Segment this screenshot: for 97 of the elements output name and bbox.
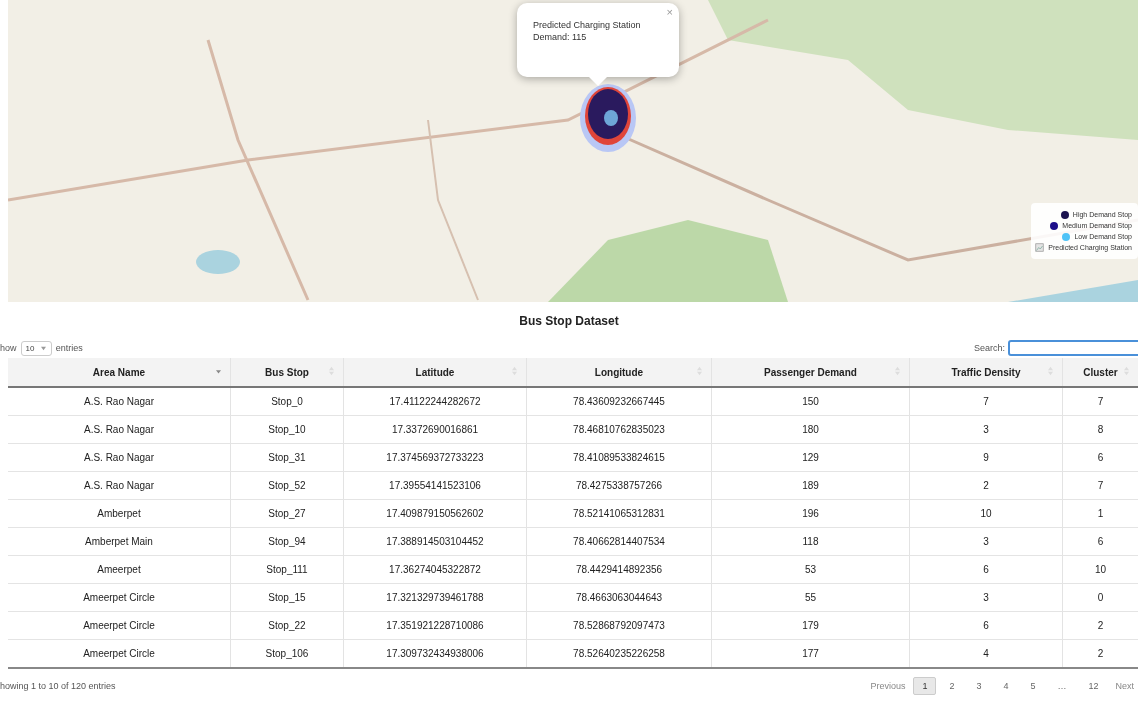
table-cell: 17.36274045322872 bbox=[343, 555, 527, 584]
table-cell: 78.43609232667445 bbox=[526, 387, 712, 416]
page-button[interactable]: 12 bbox=[1079, 677, 1108, 695]
table-cell: Stop_106 bbox=[230, 639, 344, 668]
table-cell: 2 bbox=[1062, 611, 1138, 640]
table-cell: 10 bbox=[1062, 555, 1138, 584]
table-cell: 17.3372690016861 bbox=[343, 415, 527, 444]
page-button[interactable]: 5 bbox=[1021, 677, 1045, 695]
table-cell: A.S. Rao Nagar bbox=[8, 415, 231, 444]
table-cell: 17.321329739461788 bbox=[343, 583, 527, 612]
table-cell: 17.351921228710086 bbox=[343, 611, 527, 640]
table-cell: 78.40662814407534 bbox=[526, 527, 712, 556]
search-label: Search: bbox=[973, 343, 1005, 353]
table-cell: 3 bbox=[909, 527, 1063, 556]
table-cell: Stop_52 bbox=[230, 471, 344, 500]
table-cell: 2 bbox=[909, 471, 1063, 500]
column-header[interactable]: Latitude bbox=[343, 358, 527, 387]
table-cell: 9 bbox=[909, 443, 1063, 472]
column-header[interactable]: Area Name bbox=[8, 358, 231, 387]
table-cell: A.S. Rao Nagar bbox=[8, 387, 231, 416]
table-cell: Amberpet Main bbox=[8, 527, 231, 556]
table-cell: 17.39554141523106 bbox=[343, 471, 527, 500]
table-cell: 3 bbox=[909, 415, 1063, 444]
table-cell: 0 bbox=[1062, 583, 1138, 612]
table-cell: 78.52141065312831 bbox=[526, 499, 712, 528]
table-cell: 118 bbox=[711, 527, 910, 556]
table-cell: Ameerpet bbox=[8, 555, 231, 584]
table-cell: 17.388914503104452 bbox=[343, 527, 527, 556]
caret-icon bbox=[39, 345, 47, 351]
entries-select[interactable]: 10 bbox=[20, 340, 52, 356]
table-cell: 189 bbox=[711, 471, 910, 500]
table-cell: 6 bbox=[909, 611, 1063, 640]
entries-info: howing 1 to 10 of 120 entries bbox=[0, 681, 116, 691]
table-cell: Stop_31 bbox=[230, 443, 344, 472]
table-cell: 129 bbox=[711, 443, 910, 472]
pagination-link[interactable]: Previous bbox=[866, 677, 910, 695]
table-cell: 179 bbox=[711, 611, 910, 640]
table-cell: Ameerpet Circle bbox=[8, 639, 231, 668]
table-cell: 177 bbox=[711, 639, 910, 668]
table-cell: Stop_0 bbox=[230, 387, 344, 416]
table-cell: Stop_27 bbox=[230, 499, 344, 528]
pagination-link[interactable]: Next bbox=[1111, 677, 1138, 695]
table-cell: 7 bbox=[1062, 471, 1138, 500]
table-cell: 55 bbox=[711, 583, 910, 612]
table-cell: 4 bbox=[909, 639, 1063, 668]
page-button[interactable]: 4 bbox=[994, 677, 1018, 695]
page-button[interactable]: 2 bbox=[940, 677, 964, 695]
column-header[interactable]: Bus Stop bbox=[230, 358, 344, 387]
table-cell: 6 bbox=[909, 555, 1063, 584]
table-cell: 8 bbox=[1062, 415, 1138, 444]
table-cell: Stop_94 bbox=[230, 527, 344, 556]
table-cell: A.S. Rao Nagar bbox=[8, 471, 231, 500]
table-cell: 53 bbox=[711, 555, 910, 584]
table-cell: Ameerpet Circle bbox=[8, 583, 231, 612]
table-cell: 17.374569372733223 bbox=[343, 443, 527, 472]
table-cell: 10 bbox=[909, 499, 1063, 528]
popup-text: Demand: 115 bbox=[533, 31, 588, 43]
table-cell: 17.409879150562602 bbox=[343, 499, 527, 528]
table-cell: 180 bbox=[711, 415, 910, 444]
broken-image-icon bbox=[1035, 243, 1045, 252]
table-cell: 78.4275338757266 bbox=[526, 471, 712, 500]
table-cell: 196 bbox=[711, 499, 910, 528]
table-cell: 78.4429414892356 bbox=[526, 555, 712, 584]
table-cell: 6 bbox=[1062, 527, 1138, 556]
search-field[interactable] bbox=[1008, 340, 1138, 356]
table-cell: 7 bbox=[909, 387, 1063, 416]
entries-label: entries bbox=[55, 343, 83, 353]
column-header[interactable]: Traffic Density bbox=[909, 358, 1063, 387]
column-header[interactable]: Cluster bbox=[1062, 358, 1138, 387]
table-cell: 7 bbox=[1062, 387, 1138, 416]
table-cell: Amberpet bbox=[8, 499, 231, 528]
table-cell: Stop_15 bbox=[230, 583, 344, 612]
table-cell: 1 bbox=[1062, 499, 1138, 528]
ellipsis: … bbox=[1056, 680, 1068, 693]
table-cell: Stop_10 bbox=[230, 415, 344, 444]
table-cell: 78.4663063044643 bbox=[526, 583, 712, 612]
table-cell: 2 bbox=[1062, 639, 1138, 668]
table-cell: 3 bbox=[909, 583, 1063, 612]
column-header[interactable]: Passenger Demand bbox=[711, 358, 910, 387]
show-label: how bbox=[0, 343, 17, 353]
page-button[interactable]: 3 bbox=[967, 677, 991, 695]
table-cell: Stop_111 bbox=[230, 555, 344, 584]
column-header[interactable]: Longitude bbox=[526, 358, 712, 387]
table-cell: 17.41122244282672 bbox=[343, 387, 527, 416]
page-button[interactable]: 1 bbox=[913, 677, 937, 695]
table-cell: Stop_22 bbox=[230, 611, 344, 640]
table-cell: 6 bbox=[1062, 443, 1138, 472]
table-cell: 150 bbox=[711, 387, 910, 416]
popup-text: Predicted Charging Station bbox=[533, 19, 642, 31]
table-cell: 78.52640235226258 bbox=[526, 639, 712, 668]
table-cell: 78.41089533824615 bbox=[526, 443, 712, 472]
table-cell: A.S. Rao Nagar bbox=[8, 443, 231, 472]
table-cell: 78.52868792097473 bbox=[526, 611, 712, 640]
table-cell: 17.309732434938006 bbox=[343, 639, 527, 668]
table-title: Bus Stop Dataset bbox=[518, 313, 620, 330]
table-cell: Ameerpet Circle bbox=[8, 611, 231, 640]
table-cell: 78.46810762835023 bbox=[526, 415, 712, 444]
